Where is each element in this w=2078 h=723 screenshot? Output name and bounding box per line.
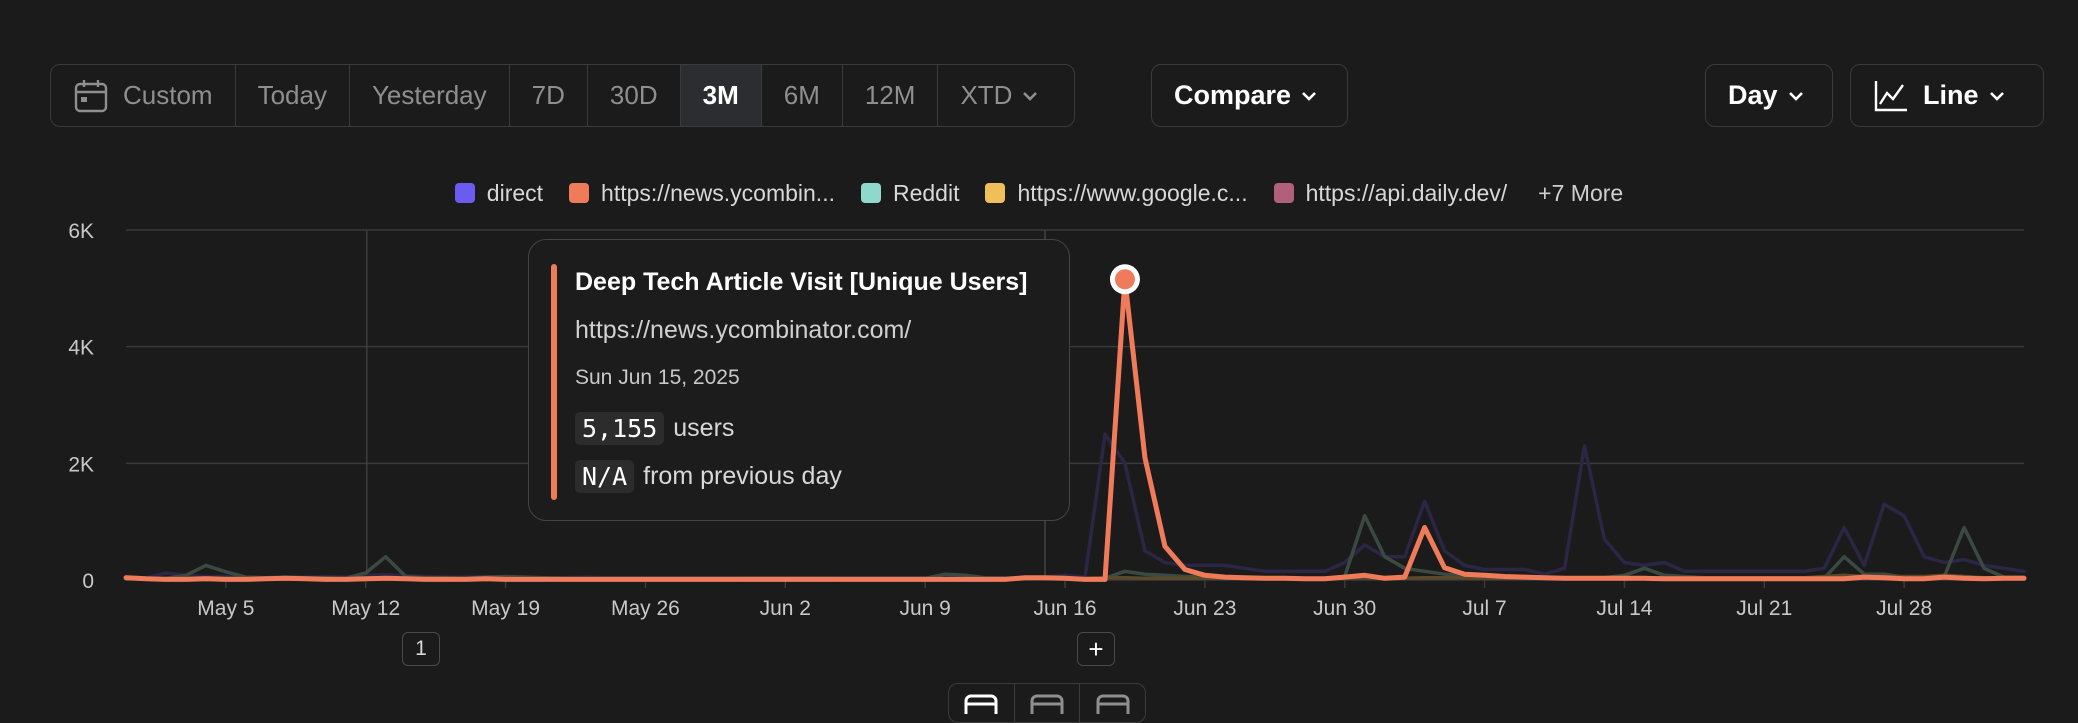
x-tick-label: May 12 <box>331 597 400 620</box>
legend-label: direct <box>486 179 544 206</box>
range-3m-button[interactable]: 3M <box>680 65 762 126</box>
line-chart-icon <box>1874 80 1907 111</box>
legend-label: https://www.google.c... <box>1017 179 1248 206</box>
legend-swatch <box>1273 183 1294 203</box>
legend-label: https://news.ycombin... <box>601 179 835 206</box>
view-option-3[interactable] <box>1080 684 1145 722</box>
series-line-direct <box>124 432 2026 580</box>
annotation-marker[interactable]: 1 <box>402 632 440 666</box>
legend-item-google[interactable]: https://www.google.c... <box>985 179 1248 207</box>
range-today-label: Today <box>257 80 327 110</box>
range-12m-label: 12M <box>864 80 916 110</box>
x-tick-label: Jun 2 <box>760 597 811 620</box>
annotation-count: 1 <box>415 637 427 660</box>
chevron-down-icon <box>1989 91 2004 101</box>
legend-swatch <box>569 183 590 203</box>
range-yesterday-button[interactable]: Yesterday <box>350 65 510 126</box>
range-custom-button[interactable]: Custom <box>51 65 236 126</box>
legend-item-reddit[interactable]: Reddit <box>860 179 960 207</box>
x-tick-label: May 26 <box>611 597 680 620</box>
range-yesterday-label: Yesterday <box>371 80 487 110</box>
chevron-down-icon <box>1023 91 1038 101</box>
range-custom-label: Custom <box>123 80 213 110</box>
legend-swatch <box>454 183 475 203</box>
series-line-reddit <box>124 514 2026 581</box>
range-6m-label: 6M <box>783 80 820 110</box>
y-tick-label: 4K <box>68 337 94 360</box>
interval-label: Day <box>1728 80 1778 110</box>
view-switcher <box>948 683 1146 723</box>
legend-swatch <box>860 183 881 203</box>
x-tick-label: May 5 <box>197 597 254 620</box>
y-tick-label: 0 <box>82 570 94 593</box>
legend-item-direct[interactable]: direct <box>454 179 544 207</box>
legend-label: https://api.daily.dev/ <box>1305 179 1508 206</box>
chart-type-dropdown[interactable]: Line <box>1850 64 2044 127</box>
tooltip-value: 5,155 <box>575 412 665 445</box>
x-tick-label: May 19 <box>471 597 540 620</box>
date-range-segmented-control: Custom Today Yesterday 7D 30D 3M 6M 12M … <box>50 64 1076 127</box>
legend-item-hackernews[interactable]: https://news.ycombin... <box>569 180 835 207</box>
add-annotation-button[interactable]: + <box>1077 632 1115 666</box>
range-xtd-label: XTD <box>960 80 1013 110</box>
tooltip-change-text: from previous day <box>643 462 842 490</box>
legend-label: Reddit <box>892 179 960 206</box>
range-30d-button[interactable]: 30D <box>588 65 681 126</box>
range-xtd-dropdown[interactable]: XTD <box>938 65 1074 126</box>
tooltip-series-name: https://news.ycombinator.com/ <box>575 316 912 344</box>
x-tick-label: Jun 30 <box>1313 597 1376 620</box>
chevron-down-icon <box>1788 91 1803 101</box>
legend-more-label: +7 More <box>1538 179 1624 206</box>
chart-legend: direct https://news.ycombin... Reddit ht… <box>0 176 2078 210</box>
x-tick-label: Jun 23 <box>1173 597 1236 620</box>
x-tick-label: Jul 7 <box>1462 597 1506 620</box>
compare-label: Compare <box>1174 80 1292 110</box>
compare-dropdown[interactable]: Compare <box>1151 64 1348 127</box>
view-option-1[interactable] <box>949 684 1015 722</box>
series-line-https-news-ycombin- <box>123 276 2027 582</box>
chevron-down-icon <box>1302 91 1316 101</box>
panel-icon <box>964 694 998 714</box>
tooltip-value-unit: users <box>673 414 735 442</box>
legend-more-button[interactable]: +7 More <box>1538 180 1623 207</box>
x-tick-label: Jul 28 <box>1876 597 1932 620</box>
chart-type-label: Line <box>1923 80 1979 110</box>
x-tick-label: Jul 14 <box>1596 597 1652 620</box>
tooltip-value-row: 5,155 users <box>575 412 734 445</box>
legend-item-dailydev[interactable]: https://api.daily.dev/ <box>1273 179 1508 207</box>
tooltip-change: N/A <box>575 460 635 493</box>
chart-tooltip: Deep Tech Article Visit [Unique Users] h… <box>528 239 1070 521</box>
tooltip-title: Deep Tech Article Visit [Unique Users] <box>575 268 1028 296</box>
range-7d-label: 7D <box>531 80 565 110</box>
legend-swatch <box>985 183 1006 203</box>
x-tick-label: Jun 16 <box>1033 597 1096 620</box>
panel-icon <box>1030 694 1064 714</box>
range-3m-label: 3M <box>702 80 739 110</box>
range-30d-label: 30D <box>609 80 658 110</box>
tooltip-change-row: N/A from previous day <box>575 460 842 493</box>
y-tick-label: 2K <box>68 453 94 476</box>
range-12m-button[interactable]: 12M <box>843 65 939 126</box>
x-tick-label: Jun 9 <box>899 597 950 620</box>
x-tick-label: Jul 21 <box>1736 597 1792 620</box>
calendar-icon <box>74 79 108 112</box>
add-annotation-label: + <box>1088 633 1104 664</box>
y-tick-label: 6K <box>68 220 94 243</box>
tooltip-date: Sun Jun 15, 2025 <box>575 366 740 389</box>
range-6m-button[interactable]: 6M <box>762 65 843 126</box>
hover-point <box>1114 269 1135 290</box>
range-7d-button[interactable]: 7D <box>510 65 588 126</box>
toolbar: Custom Today Yesterday 7D 30D 3M 6M 12M … <box>50 64 2044 127</box>
interval-dropdown[interactable]: Day <box>1705 64 1833 127</box>
view-option-2[interactable] <box>1015 684 1081 722</box>
tooltip-series-color-bar <box>551 264 557 500</box>
panel-icon <box>1096 694 1130 714</box>
range-today-button[interactable]: Today <box>236 65 350 126</box>
